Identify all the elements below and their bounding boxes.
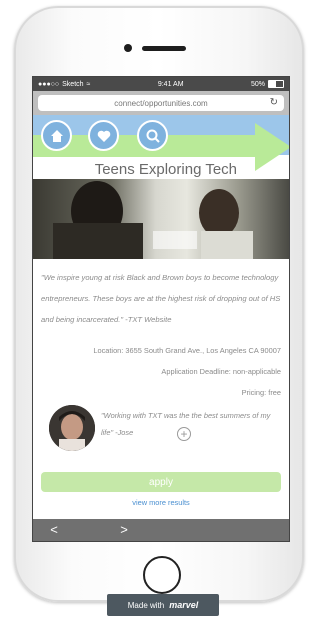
url-text: connect/opportunities.com: [114, 98, 208, 108]
speaker: [142, 46, 186, 51]
reload-icon[interactable]: ↻: [270, 97, 278, 108]
view-more-link[interactable]: view more results: [33, 498, 289, 507]
signal-icon: ●●●○○: [38, 80, 60, 88]
add-icon[interactable]: +: [177, 427, 191, 441]
made-with-badge[interactable]: Made with marvel: [107, 594, 219, 616]
phone-frame: ●●●○○ Sketch ≈ 9:41 AM 50% connect/oppor…: [14, 6, 304, 602]
camera: [124, 44, 132, 52]
forward-button[interactable]: >: [115, 521, 133, 539]
home-hardware-button[interactable]: [143, 556, 181, 594]
mission-quote: "We inspire young at risk Black and Brow…: [41, 273, 281, 324]
url-field[interactable]: connect/opportunities.com ↻: [38, 95, 284, 111]
header-banner: Teens Exploring Tech: [33, 115, 289, 179]
search-icon: [146, 129, 160, 143]
marvel-logo: marvel: [169, 600, 199, 610]
badge-text: Made with: [127, 600, 165, 610]
apply-button[interactable]: apply: [41, 472, 281, 492]
heart-icon: [97, 130, 110, 142]
battery-icon: [268, 80, 284, 88]
browser-bar: connect/opportunities.com ↻: [33, 91, 289, 115]
arrow-head-shape: [255, 123, 289, 171]
wifi-icon: ≈: [86, 80, 91, 88]
status-bar: ●●●○○ Sketch ≈ 9:41 AM 50%: [33, 77, 289, 91]
screen: ●●●○○ Sketch ≈ 9:41 AM 50% connect/oppor…: [32, 76, 290, 542]
pricing-text: Pricing: free: [241, 388, 281, 397]
status-time: 9:41 AM: [157, 80, 184, 88]
search-button[interactable]: [137, 120, 168, 151]
browser-toolbar: < >: [33, 519, 289, 541]
testimonial-text: "Working with TXT was the the best summe…: [101, 411, 271, 437]
back-button[interactable]: <: [45, 521, 63, 539]
hero-photo: [33, 179, 289, 259]
location-text: Location: 3655 South Grand Ave., Los Ang…: [93, 346, 281, 355]
details: Location: 3655 South Grand Ave., Los Ang…: [33, 340, 289, 403]
deadline-text: Application Deadline: non-applicable: [161, 367, 281, 376]
home-button[interactable]: [41, 120, 72, 151]
favorites-button[interactable]: [88, 120, 119, 151]
battery-label: 50%: [250, 80, 265, 88]
avatar: [49, 405, 95, 451]
carrier-label: Sketch: [62, 80, 84, 88]
testimonial: "Working with TXT was the the best summe…: [33, 403, 289, 459]
page-title: Teens Exploring Tech: [94, 161, 237, 178]
home-icon: [50, 129, 63, 142]
